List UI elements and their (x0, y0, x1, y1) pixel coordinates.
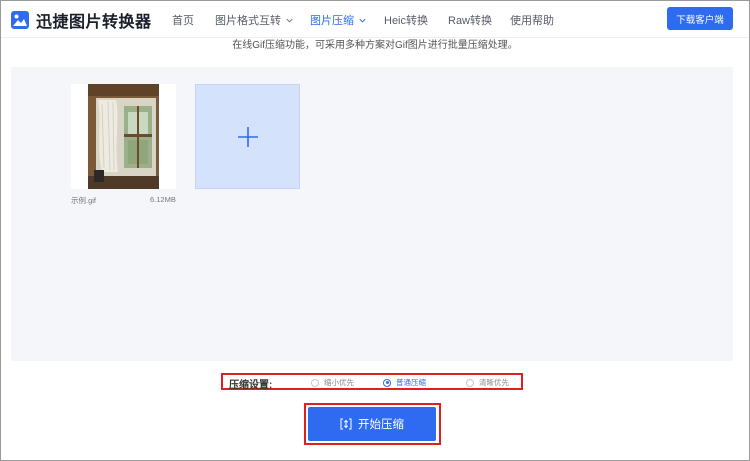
nav-heic-label: Heic转换 (384, 15, 429, 27)
nav-raw-label: Raw转换 (448, 15, 493, 27)
radio-checked-icon (383, 378, 391, 387)
nav-help-label: 使用帮助 (510, 15, 554, 27)
option-label: 缩小优先 (324, 378, 354, 387)
plus-icon (238, 127, 258, 147)
option-clarity-first[interactable]: 清晰优先 (466, 377, 509, 388)
nav-raw[interactable]: Raw转换 (448, 12, 492, 28)
intro-text: 在线Gif压缩功能，可采用多种方案对Gif图片进行批量压缩处理。 (232, 40, 518, 51)
nav-compress[interactable]: 图片压缩 (310, 12, 367, 28)
compression-settings: 压缩设置: 缩小优先 普通压缩 清晰优先 (221, 373, 523, 391)
nav-format-convert-label: 图片格式互转 (215, 15, 281, 27)
download-client-button[interactable]: 下载客户端 (667, 7, 733, 30)
radio-unchecked-icon (311, 378, 319, 387)
settings-label: 压缩设置: (229, 380, 273, 391)
top-navbar: 迅捷图片转换器 首页 图片格式互转 图片压缩 Heic转换 Raw转换 使用帮助… (0, 0, 750, 38)
nav-compress-label: 图片压缩 (310, 15, 354, 27)
nav-heic[interactable]: Heic转换 (384, 12, 428, 28)
nav-format-convert[interactable]: 图片格式互转 (215, 12, 294, 28)
chevron-down-icon (286, 18, 293, 23)
file-preview-image (88, 84, 159, 189)
nav-home-label: 首页 (172, 15, 194, 27)
option-label: 清晰优先 (479, 378, 509, 387)
compress-icon (340, 418, 352, 430)
app-name: 迅捷图片转换器 (36, 14, 152, 31)
chevron-down-icon (359, 18, 366, 23)
radio-unchecked-icon (466, 378, 474, 387)
option-normal-compress[interactable]: 普通压缩 (383, 377, 426, 388)
start-compress-button[interactable]: 开始压缩 (308, 407, 436, 441)
file-size: 6.12MB (150, 195, 176, 204)
nav-home[interactable]: 首页 (172, 12, 194, 28)
nav-help[interactable]: 使用帮助 (510, 12, 554, 28)
option-smaller-size[interactable]: 缩小优先 (311, 377, 354, 388)
add-file-button[interactable] (195, 84, 300, 189)
app-logo[interactable]: 迅捷图片转换器 (10, 8, 152, 32)
file-thumbnail-card[interactable] (71, 84, 176, 189)
option-label: 普通压缩 (396, 378, 426, 387)
start-button-label: 开始压缩 (358, 419, 404, 431)
file-name: 示例.gif (71, 196, 97, 205)
image-logo-icon (11, 11, 29, 29)
